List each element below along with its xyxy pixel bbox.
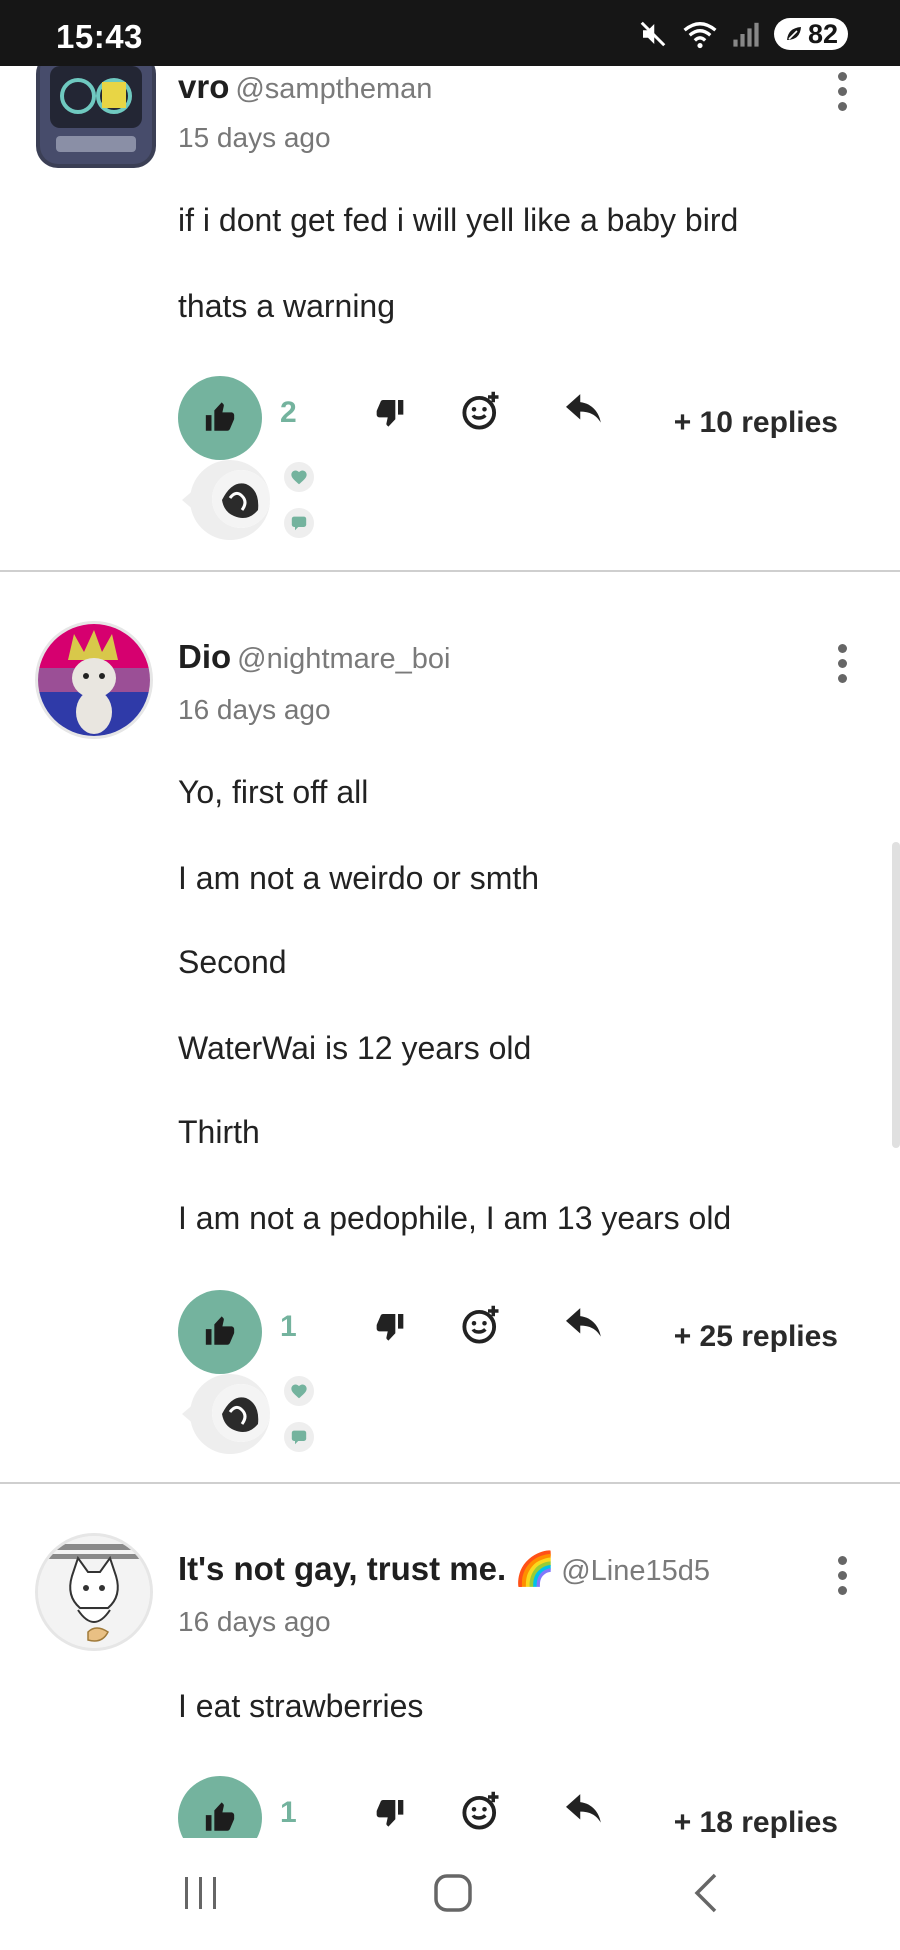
- comment-bubble-icon: [284, 1422, 314, 1452]
- comment-text: if i dont get fed i will yell like a bab…: [178, 202, 739, 238]
- comment-divider: [0, 1482, 900, 1484]
- heart-icon: [284, 1376, 314, 1406]
- reaction-avatar: [212, 1384, 270, 1442]
- thumbs-down-icon[interactable]: [374, 396, 406, 428]
- avatar[interactable]: [38, 1536, 150, 1648]
- reaction-summary[interactable]: [182, 460, 314, 540]
- like-count: 1: [280, 1796, 297, 1829]
- add-reaction-icon[interactable]: [460, 1304, 502, 1346]
- more-options-icon[interactable]: [838, 644, 848, 683]
- recent-apps-button[interactable]: [178, 1868, 224, 1918]
- thumbs-up-icon: [205, 1316, 235, 1345]
- home-icon: [434, 1874, 472, 1912]
- reply-icon[interactable]: [566, 394, 604, 426]
- status-bar: 15:43 82: [0, 0, 900, 66]
- comment-text: I am not a weirdo or smth: [178, 860, 540, 896]
- username[interactable]: vro @samptheman: [178, 68, 432, 106]
- timestamp: 16 days ago: [178, 694, 331, 725]
- handle[interactable]: @nightmare_boi: [237, 643, 450, 675]
- comment-text: Thirth: [178, 1114, 260, 1150]
- avatar[interactable]: [36, 52, 156, 168]
- comment-text: WaterWai is 12 years old: [178, 1030, 532, 1066]
- thumbs-up-icon: [205, 402, 235, 431]
- more-options-icon[interactable]: [838, 1556, 848, 1595]
- username[interactable]: Dio @nightmare_boi: [178, 638, 450, 676]
- reply-icon[interactable]: [566, 1308, 604, 1340]
- display-name[interactable]: vro: [178, 68, 229, 105]
- comment-actions: 1 + 18 replies: [178, 1776, 838, 1838]
- add-reaction-icon[interactable]: [460, 1790, 502, 1832]
- signal-icon: [733, 22, 759, 47]
- comment-actions: 1 + 25 replies: [178, 1290, 838, 1376]
- home-button[interactable]: [430, 1868, 476, 1918]
- timestamp: 15 days ago: [178, 122, 331, 153]
- reaction-avatar: [212, 470, 270, 528]
- more-options-icon[interactable]: [838, 72, 848, 111]
- reaction-summary[interactable]: [182, 1374, 314, 1454]
- back-icon: [694, 1873, 717, 1913]
- thumbs-down-icon[interactable]: [374, 1796, 406, 1828]
- display-name[interactable]: Dio: [178, 638, 231, 675]
- comment-bubble-icon: [284, 508, 314, 538]
- comment-text: I eat strawberries: [178, 1688, 424, 1724]
- heart-icon: [284, 462, 314, 492]
- handle[interactable]: @Line15d5: [561, 1555, 710, 1587]
- like-count: 1: [280, 1310, 297, 1343]
- reply-icon[interactable]: [566, 1794, 604, 1826]
- username[interactable]: It's not gay, trust me. 🌈 @Line15d5: [178, 1550, 710, 1589]
- wifi-icon: [683, 22, 717, 49]
- comment-divider: [0, 570, 900, 572]
- display-name[interactable]: It's not gay, trust me.: [178, 1550, 506, 1587]
- rainbow-emoji: 🌈: [514, 1550, 556, 1587]
- avatar[interactable]: [38, 624, 150, 736]
- replies-link[interactable]: + 25 replies: [674, 1320, 838, 1354]
- comment-text: Second: [178, 944, 287, 980]
- comment-text: I am not a pedophile, I am 13 years old: [178, 1200, 732, 1236]
- handle[interactable]: @samptheman: [235, 73, 432, 105]
- back-button[interactable]: [682, 1868, 728, 1918]
- mute-icon: [640, 21, 666, 47]
- scrollbar[interactable]: [892, 842, 900, 1148]
- timestamp: 16 days ago: [178, 1606, 331, 1637]
- battery-icon: 82: [773, 18, 848, 50]
- comment-text: Yo, first off all: [178, 774, 369, 810]
- replies-link[interactable]: + 10 replies: [674, 406, 838, 440]
- like-button[interactable]: [178, 376, 262, 460]
- like-count: 2: [280, 396, 297, 429]
- system-nav-bar: [0, 1838, 900, 1950]
- thumbs-up-icon: [205, 1802, 235, 1831]
- clock: 15:43: [56, 18, 143, 55]
- add-reaction-icon[interactable]: [460, 390, 502, 432]
- like-button[interactable]: [178, 1290, 262, 1374]
- like-button[interactable]: [178, 1776, 262, 1838]
- battery-level: 82: [807, 18, 838, 49]
- comment-feed[interactable]: vro @samptheman 15 days ago if i dont get…: [0, 0, 900, 1838]
- recent-apps-icon: [185, 1877, 216, 1909]
- thumbs-down-icon[interactable]: [374, 1310, 406, 1342]
- comment-actions: 2 + 10 replies: [178, 376, 838, 462]
- comment-text: thats a warning: [178, 288, 396, 324]
- replies-link[interactable]: + 18 replies: [674, 1806, 838, 1838]
